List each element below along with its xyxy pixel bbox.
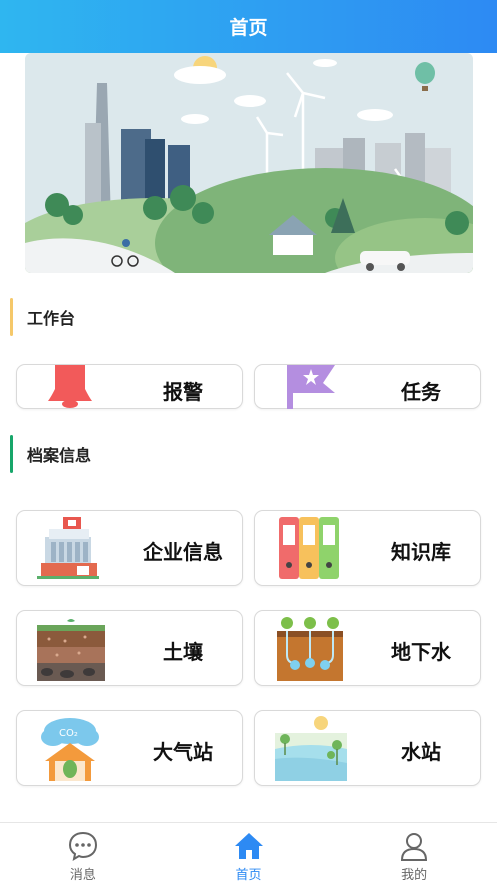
enterprise-info-card[interactable]: 企业信息	[16, 510, 243, 586]
task-card[interactable]: 任务	[254, 364, 481, 409]
soil-label: 土壤	[163, 640, 203, 664]
alarm-label: 报警	[163, 380, 203, 404]
task-label: 任务	[401, 380, 441, 404]
section-accent-bar	[10, 298, 13, 336]
banner-illustration	[25, 53, 473, 273]
tab-home-label: 首页	[235, 868, 262, 883]
soil-icon	[37, 617, 105, 685]
water-station-card[interactable]: 水站	[254, 710, 481, 786]
user-icon	[401, 833, 428, 861]
bottom-tab-bar: 消息 首页 我的	[0, 822, 497, 883]
groundwater-label: 地下水	[391, 640, 451, 664]
groundwater-icon	[277, 615, 343, 685]
factory-icon	[37, 515, 99, 585]
air-station-label: 大气站	[153, 740, 213, 764]
tab-home[interactable]: 首页	[166, 823, 332, 883]
enterprise-info-label: 企业信息	[143, 540, 223, 564]
tab-profile[interactable]: 我的	[331, 823, 497, 883]
section-archive: 档案信息	[10, 434, 91, 474]
alarm-card[interactable]: 报警	[16, 364, 243, 409]
tab-messages[interactable]: 消息	[0, 823, 166, 883]
tab-messages-label: 消息	[69, 868, 96, 883]
section-workbench: 工作台	[10, 297, 75, 337]
chat-icon	[68, 831, 97, 862]
home-icon	[234, 833, 263, 859]
section-accent-bar	[10, 435, 13, 473]
section-title-workbench: 工作台	[27, 309, 76, 328]
tab-profile-label: 我的	[401, 868, 428, 883]
soil-card[interactable]: 土壤	[16, 610, 243, 686]
water-station-label: 水站	[401, 740, 441, 764]
knowledge-base-card[interactable]: 知识库	[254, 510, 481, 586]
section-title-archive: 档案信息	[27, 446, 92, 465]
binders-icon	[277, 515, 341, 585]
flag-icon	[283, 365, 335, 413]
groundwater-card[interactable]: 地下水	[254, 610, 481, 686]
svg-text:CO₂: CO₂	[59, 728, 78, 739]
knowledge-base-label: 知识库	[391, 540, 451, 564]
bell-icon	[45, 365, 95, 413]
air-station-card[interactable]: CO₂ 大气站	[16, 710, 243, 786]
page-title: 首页	[229, 17, 268, 39]
air-station-icon: CO₂	[37, 715, 103, 787]
top-bar: 首页	[0, 0, 497, 53]
water-station-icon	[275, 715, 347, 785]
